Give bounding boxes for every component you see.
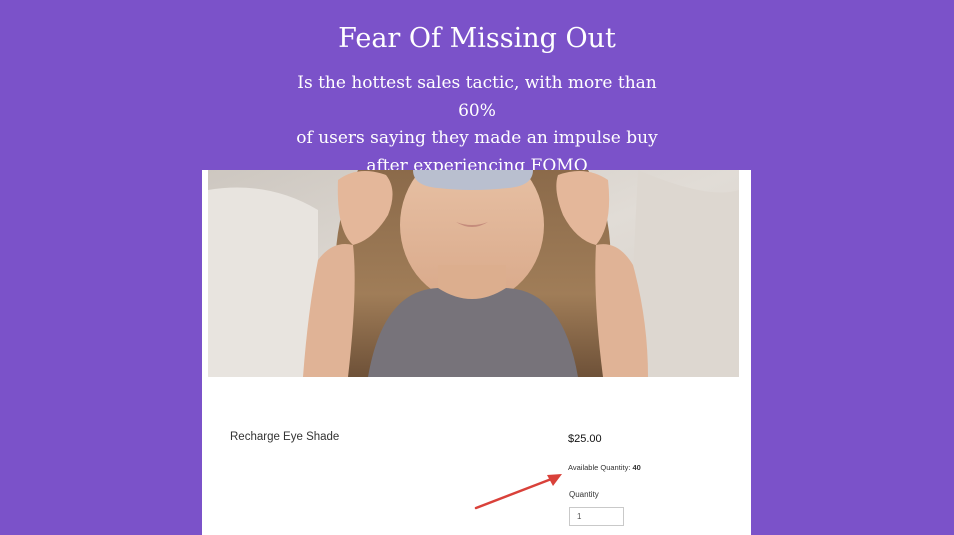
- quantity-label: Quantity: [569, 490, 599, 499]
- page-subtitle: Is the hottest sales tactic, with more t…: [277, 70, 677, 180]
- available-quantity-value: 40: [632, 463, 641, 472]
- product-image[interactable]: [208, 170, 739, 377]
- page-title: Fear Of Missing Out: [338, 23, 616, 54]
- subtitle-line: Is the hottest sales tactic, with more t…: [297, 73, 657, 121]
- product-price: $25.00: [568, 433, 602, 445]
- subtitle-line: of users saying they made an impulse buy: [296, 128, 658, 148]
- quantity-input[interactable]: [569, 507, 624, 526]
- product-name[interactable]: Recharge Eye Shade: [230, 431, 339, 443]
- red-arrow-icon: [474, 474, 562, 510]
- available-quantity-label: Available Quantity:: [568, 463, 631, 472]
- available-quantity: Available Quantity: 40: [568, 463, 641, 472]
